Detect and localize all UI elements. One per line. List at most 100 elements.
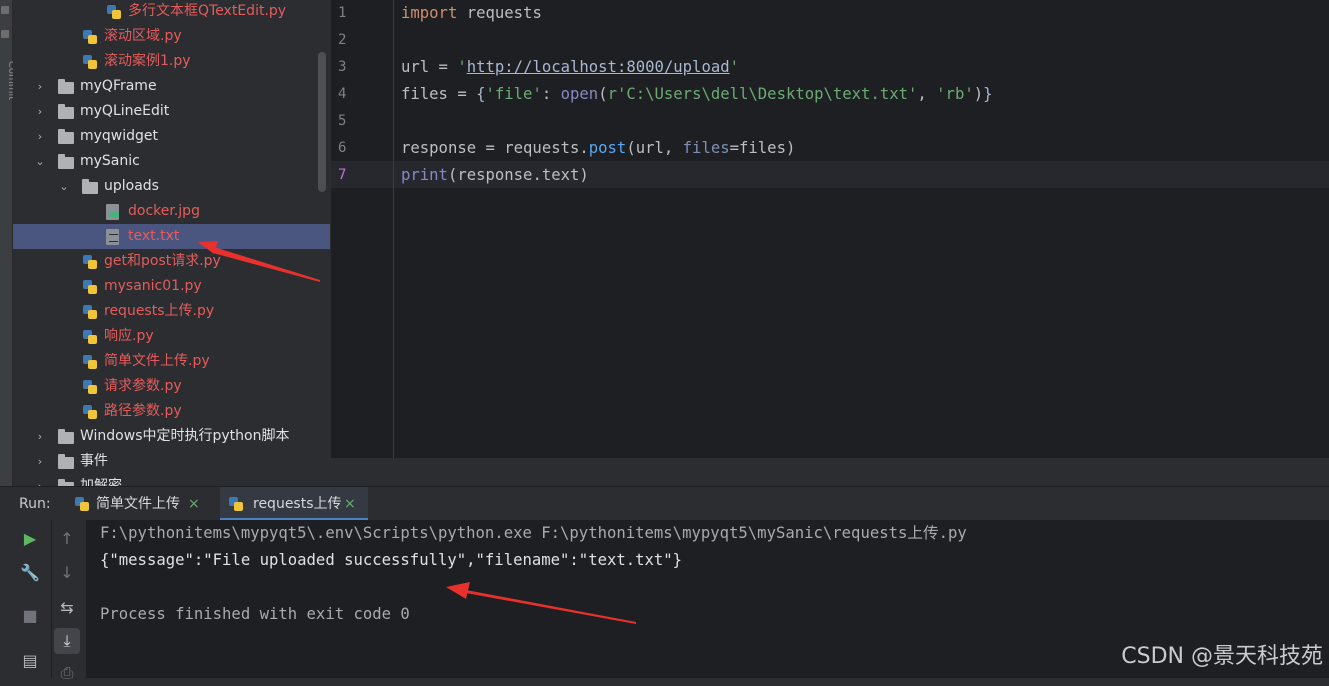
project-tool-icon[interactable] bbox=[1, 6, 9, 14]
python-file-icon bbox=[228, 496, 244, 512]
folder-icon bbox=[58, 104, 74, 119]
tree-folder-item[interactable]: › myQLineEdit bbox=[13, 99, 330, 124]
code-token: url = bbox=[401, 58, 458, 76]
code-token: , bbox=[917, 85, 937, 103]
chevron-right-icon[interactable]: › bbox=[34, 424, 46, 449]
close-tab-icon[interactable]: × bbox=[188, 487, 200, 521]
code-token: (url, bbox=[626, 139, 683, 157]
tree-file-item[interactable]: 多行文本框QTextEdit.py bbox=[13, 0, 330, 24]
code-token: : bbox=[541, 85, 561, 103]
stop-icon[interactable]: ■ bbox=[17, 603, 43, 629]
folder-icon bbox=[58, 129, 74, 144]
code-token: files bbox=[682, 139, 730, 157]
code-token: files = bbox=[401, 85, 477, 103]
code-token: } bbox=[983, 85, 993, 103]
python-file-icon bbox=[74, 496, 90, 512]
down-arrow-icon[interactable]: ↓ bbox=[54, 560, 80, 586]
tree-file-item[interactable]: 路径参数.py bbox=[13, 399, 330, 424]
code-token: print bbox=[401, 166, 448, 184]
tree-folder-item[interactable]: › 加解密 bbox=[13, 474, 330, 486]
tree-scrollbar[interactable] bbox=[318, 52, 326, 192]
chevron-right-icon[interactable]: › bbox=[34, 449, 46, 474]
tree-item-label: docker.jpg bbox=[128, 203, 200, 219]
tree-item-label: 事件 bbox=[80, 453, 108, 469]
tree-folder-item[interactable]: › 事件 bbox=[13, 449, 330, 474]
tree-folder-item[interactable]: › Windows中定时执行python脚本 bbox=[13, 424, 330, 449]
tab-requests-upload[interactable]: requests上传 × bbox=[220, 487, 368, 521]
tab-simple-upload[interactable]: 简单文件上传 × bbox=[72, 487, 212, 521]
chevron-down-icon[interactable]: ⌄ bbox=[58, 174, 70, 199]
code-token: { bbox=[476, 85, 486, 103]
folder-icon bbox=[58, 454, 74, 469]
python-file-icon bbox=[82, 354, 98, 370]
tree-item-label: myQFrame bbox=[80, 78, 157, 94]
close-tab-icon[interactable]: × bbox=[344, 487, 356, 521]
code-editor[interactable]: 1 2 3 4 5 6 7 import requests url = 'http://loc… bbox=[331, 0, 1329, 458]
print-icon[interactable]: ⎙ bbox=[54, 660, 80, 686]
tree-folder-item[interactable]: › myqwidget bbox=[13, 124, 330, 149]
tree-file-item[interactable]: 滚动区域.py bbox=[13, 24, 330, 49]
line-number: 7 bbox=[338, 167, 347, 183]
chevron-right-icon[interactable]: › bbox=[34, 99, 46, 124]
soft-wrap-icon[interactable]: ⇆ bbox=[54, 595, 80, 621]
code-token: ' bbox=[457, 58, 467, 76]
layout-icon[interactable]: ▤ bbox=[17, 648, 43, 674]
tree-item-label: 简单文件上传.py bbox=[104, 353, 210, 369]
console-line: F:\pythonitems\mypyqt5\.env\Scripts\pyth… bbox=[100, 524, 967, 542]
console-line: {"message":"File uploaded successfully",… bbox=[100, 551, 683, 569]
tree-item-label: 滚动区域.py bbox=[104, 28, 182, 44]
chevron-down-icon[interactable]: ⌄ bbox=[34, 149, 46, 174]
code-token: ) bbox=[973, 85, 984, 103]
chevron-right-icon[interactable]: › bbox=[34, 124, 46, 149]
code-line: response = requests.post(url, files=file… bbox=[401, 135, 795, 162]
folder-icon bbox=[58, 79, 74, 94]
tree-file-item[interactable]: docker.jpg bbox=[13, 199, 330, 224]
tree-file-item[interactable]: requests上传.py bbox=[13, 299, 330, 324]
code-token: =files) bbox=[729, 139, 796, 157]
structure-tool-icon[interactable] bbox=[1, 30, 9, 38]
scroll-to-end-icon[interactable]: ⤓ bbox=[54, 628, 80, 654]
code-token: 'rb' bbox=[936, 85, 974, 103]
tree-folder-item[interactable]: › myQFrame bbox=[13, 74, 330, 99]
tree-folder-item[interactable]: ⌄ mySanic bbox=[13, 149, 330, 174]
wrench-icon[interactable]: 🔧 bbox=[17, 560, 43, 586]
tree-file-item[interactable]: 请求参数.py bbox=[13, 374, 330, 399]
tree-file-item[interactable]: mysanic01.py bbox=[13, 274, 330, 299]
play-icon[interactable]: ▶ bbox=[17, 526, 43, 552]
up-arrow-icon[interactable]: ↑ bbox=[54, 526, 80, 552]
code-token: import bbox=[401, 4, 458, 22]
tree-item-label: 多行文本框QTextEdit.py bbox=[128, 3, 287, 19]
tree-file-item[interactable]: get和post请求.py bbox=[13, 249, 330, 274]
tree-file-item[interactable]: 滚动案例1.py bbox=[13, 49, 330, 74]
url-link[interactable]: http://localhost:8000/upload bbox=[467, 58, 730, 76]
tree-item-label: requests上传.py bbox=[104, 303, 215, 319]
tree-item-label: 滚动案例1.py bbox=[104, 53, 191, 69]
line-number: 4 bbox=[338, 86, 347, 102]
tree-file-item[interactable]: 简单文件上传.py bbox=[13, 349, 330, 374]
run-toolbar: ▶ ↑ 🔧 ↓ ■ ⇆ ⤓ ▤ ⎙ bbox=[0, 520, 86, 682]
python-file-icon bbox=[82, 404, 98, 420]
tree-item-label: 路径参数.py bbox=[104, 403, 182, 419]
tree-file-item[interactable]: 响应.py bbox=[13, 324, 330, 349]
line-number: 1 bbox=[338, 5, 347, 21]
tree-file-item[interactable]: text.txt bbox=[13, 224, 330, 249]
run-label: Run: bbox=[19, 496, 51, 512]
tree-item-label: Windows中定时执行python脚本 bbox=[80, 428, 290, 444]
run-tab-bar: Run: 简单文件上传 × requests上传 × bbox=[0, 486, 1329, 521]
code-token: response = requests. bbox=[401, 139, 589, 157]
tree-item-label: myQLineEdit bbox=[80, 103, 170, 119]
line-number: 3 bbox=[338, 59, 347, 75]
code-token: requests bbox=[457, 4, 542, 22]
tree-item-label: uploads bbox=[104, 178, 159, 194]
chevron-right-icon[interactable]: › bbox=[34, 74, 46, 99]
image-file-icon bbox=[106, 204, 119, 220]
tree-folder-item[interactable]: ⌄ uploads bbox=[13, 174, 330, 199]
console-line: Process finished with exit code 0 bbox=[100, 605, 410, 623]
chevron-right-icon[interactable]: › bbox=[34, 474, 46, 486]
code-line: import requests bbox=[401, 0, 542, 27]
code-token: (response.text) bbox=[447, 166, 589, 184]
line-number: 6 bbox=[338, 140, 347, 156]
text-file-icon bbox=[106, 229, 119, 245]
tab-label: requests上传 bbox=[253, 496, 342, 512]
tree-item-label: 请求参数.py bbox=[104, 378, 182, 394]
